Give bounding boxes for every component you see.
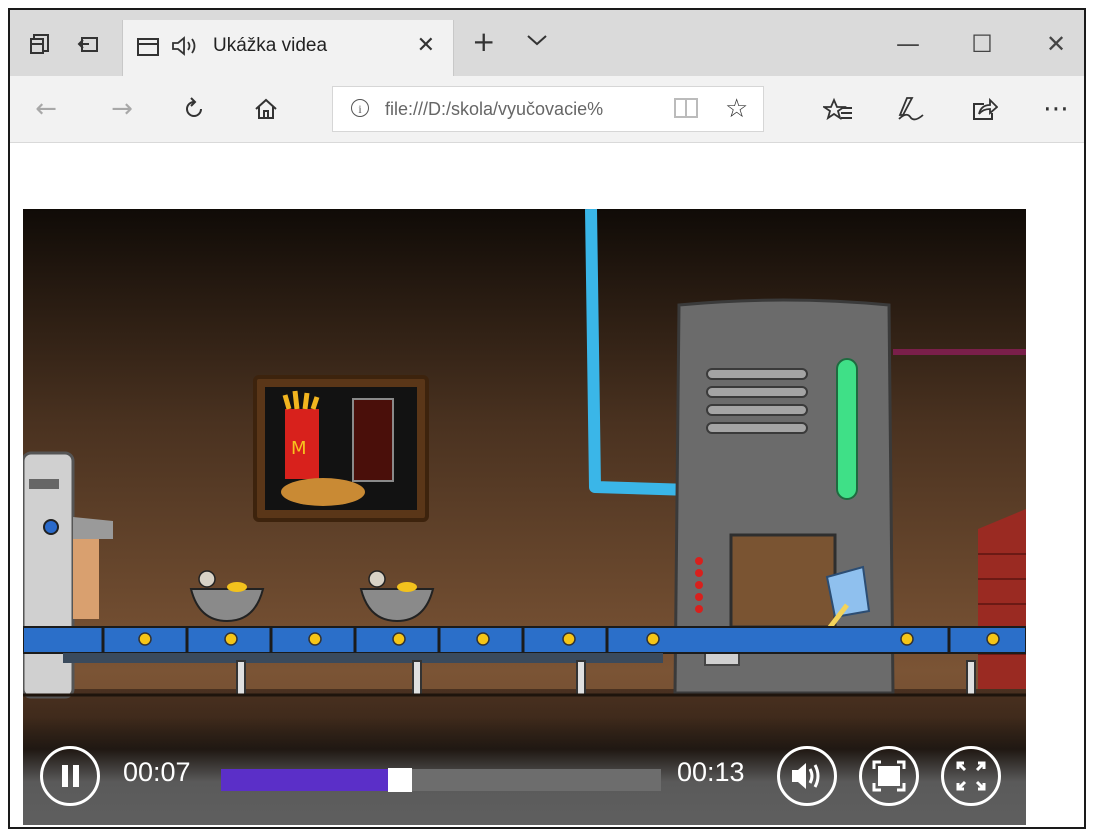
refresh-icon[interactable] (174, 90, 214, 128)
home-icon[interactable] (246, 90, 286, 128)
book-icon[interactable] (673, 97, 699, 125)
page-icon (137, 38, 159, 56)
plus-icon[interactable]: + (472, 28, 495, 56)
fullscreen-button[interactable] (941, 746, 1001, 806)
address-bar[interactable]: i file:///D:/skola/vyučovacie% ☆ (332, 86, 764, 132)
favorites-list-icon[interactable] (818, 90, 858, 128)
restore-tabs-icon[interactable] (74, 32, 102, 60)
seek-bar-thumb[interactable] (388, 768, 413, 792)
video-controls: 00:07 00:13 (23, 717, 1026, 825)
volume-button[interactable] (777, 746, 837, 806)
pause-button[interactable] (40, 746, 100, 806)
close-icon[interactable]: ✕ (417, 33, 435, 58)
video-player[interactable]: M 00:07 00:13 (23, 209, 1026, 825)
more-icon[interactable]: ⋯ (1036, 90, 1076, 128)
pen-icon[interactable] (890, 90, 930, 128)
url-text[interactable]: file:///D:/skola/vyučovacie% (385, 99, 635, 120)
minimize-button[interactable]: — (888, 24, 928, 64)
browser-window: Ukážka videa ✕ + — ☐ ✕ ← → i file:///D:/… (8, 8, 1086, 829)
duration: 00:13 (677, 757, 745, 787)
navigation-bar: ← → i file:///D:/skola/vyučovacie% ☆ ⋯ (10, 76, 1084, 143)
tab-title: Ukážka videa (213, 35, 328, 56)
maximize-button[interactable]: ☐ (962, 24, 1002, 64)
tab-video[interactable]: Ukážka videa ✕ (122, 20, 454, 76)
close-window-button[interactable]: ✕ (1036, 24, 1076, 64)
fullscreen-icon (956, 761, 986, 791)
seek-bar[interactable] (221, 768, 661, 792)
info-icon[interactable]: i (351, 99, 369, 117)
title-bar: Ukážka videa ✕ + — ☐ ✕ (10, 10, 1084, 76)
tabs-aside-icon[interactable] (26, 32, 54, 60)
speaker-icon (792, 763, 820, 789)
forward-arrow-icon[interactable]: → (102, 90, 142, 128)
speaker-icon[interactable] (171, 34, 203, 63)
svg-text:M: M (291, 438, 307, 459)
star-icon[interactable]: ☆ (725, 94, 748, 124)
share-icon[interactable] (964, 90, 1004, 128)
zoom-icon (872, 760, 906, 792)
back-arrow-icon[interactable]: ← (26, 90, 66, 128)
seek-bar-progress (221, 769, 389, 791)
current-time: 00:07 (123, 757, 191, 787)
zoom-button[interactable] (859, 746, 919, 806)
chevron-down-icon[interactable] (526, 28, 548, 52)
